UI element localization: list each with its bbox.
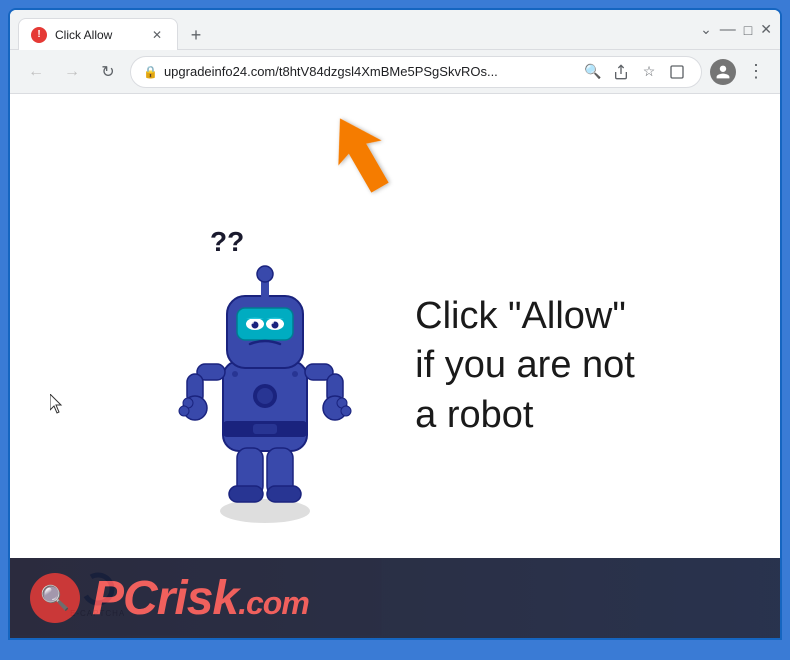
active-tab[interactable]: Click Allow ✕ — [18, 18, 178, 50]
captcha-line-2: if you are not — [415, 341, 635, 390]
tab-strip-menu-icon[interactable]: ⌄ — [700, 21, 712, 38]
forward-button[interactable]: → — [58, 58, 86, 86]
share-icon[interactable] — [609, 60, 633, 84]
title-bar: Click Allow ✕ + ⌄ — □ ✕ — [10, 10, 780, 50]
profile-icon[interactable] — [710, 59, 736, 85]
url-text: upgradeinfo24.com/t8htV84dzgsl4XmBMe5PSg… — [164, 64, 575, 79]
pcrisk-brand-text: PCrisk.com — [92, 571, 309, 626]
pcrisk-watermark: PCrisk.com — [10, 558, 780, 638]
captcha-message: Click "Allow" if you are not a robot — [415, 292, 635, 440]
captcha-line-3: a robot — [415, 391, 635, 440]
tab-close-button[interactable]: ✕ — [149, 27, 165, 43]
maximize-button[interactable]: □ — [744, 22, 752, 38]
lock-icon: 🔒 — [143, 65, 158, 79]
extension-icon[interactable] — [665, 60, 689, 84]
robot-image: ?? — [155, 196, 375, 536]
menu-icon[interactable]: ⋮ — [744, 60, 768, 84]
address-bar[interactable]: 🔒 upgradeinfo24.com/t8htV84dzgsl4XmBMe5P… — [130, 56, 702, 88]
captcha-line-1: Click "Allow" — [415, 292, 635, 341]
minimize-button[interactable]: — — [720, 21, 736, 39]
bookmark-icon[interactable]: ☆ — [637, 60, 661, 84]
browser-window: Click Allow ✕ + ⌄ — □ ✕ ← → ↻ 🔒 upgradei… — [8, 8, 782, 640]
pcrisk-domain: .com — [238, 585, 309, 621]
svg-text:??: ?? — [210, 226, 244, 257]
new-tab-button[interactable]: + — [182, 21, 210, 49]
back-button[interactable]: ← — [22, 58, 50, 86]
tab-favicon — [31, 27, 47, 43]
tab-title: Click Allow — [55, 28, 141, 42]
close-button[interactable]: ✕ — [760, 21, 772, 38]
refresh-button[interactable]: ↻ — [94, 58, 122, 86]
window-controls: ⌄ — □ ✕ — [700, 21, 772, 39]
pcrisk-pc: PC — [92, 572, 157, 625]
page-content: ?? — [10, 94, 780, 638]
address-actions: 🔍 ☆ — [581, 60, 689, 84]
pcrisk-risk: risk — [157, 572, 238, 625]
toolbar: ← → ↻ 🔒 upgradeinfo24.com/t8htV84dzgsl4X… — [10, 50, 780, 94]
main-content: ?? — [10, 94, 780, 638]
search-icon[interactable]: 🔍 — [581, 60, 605, 84]
pcrisk-logo-icon — [30, 573, 80, 623]
tab-strip: Click Allow ✕ + — [18, 10, 692, 49]
